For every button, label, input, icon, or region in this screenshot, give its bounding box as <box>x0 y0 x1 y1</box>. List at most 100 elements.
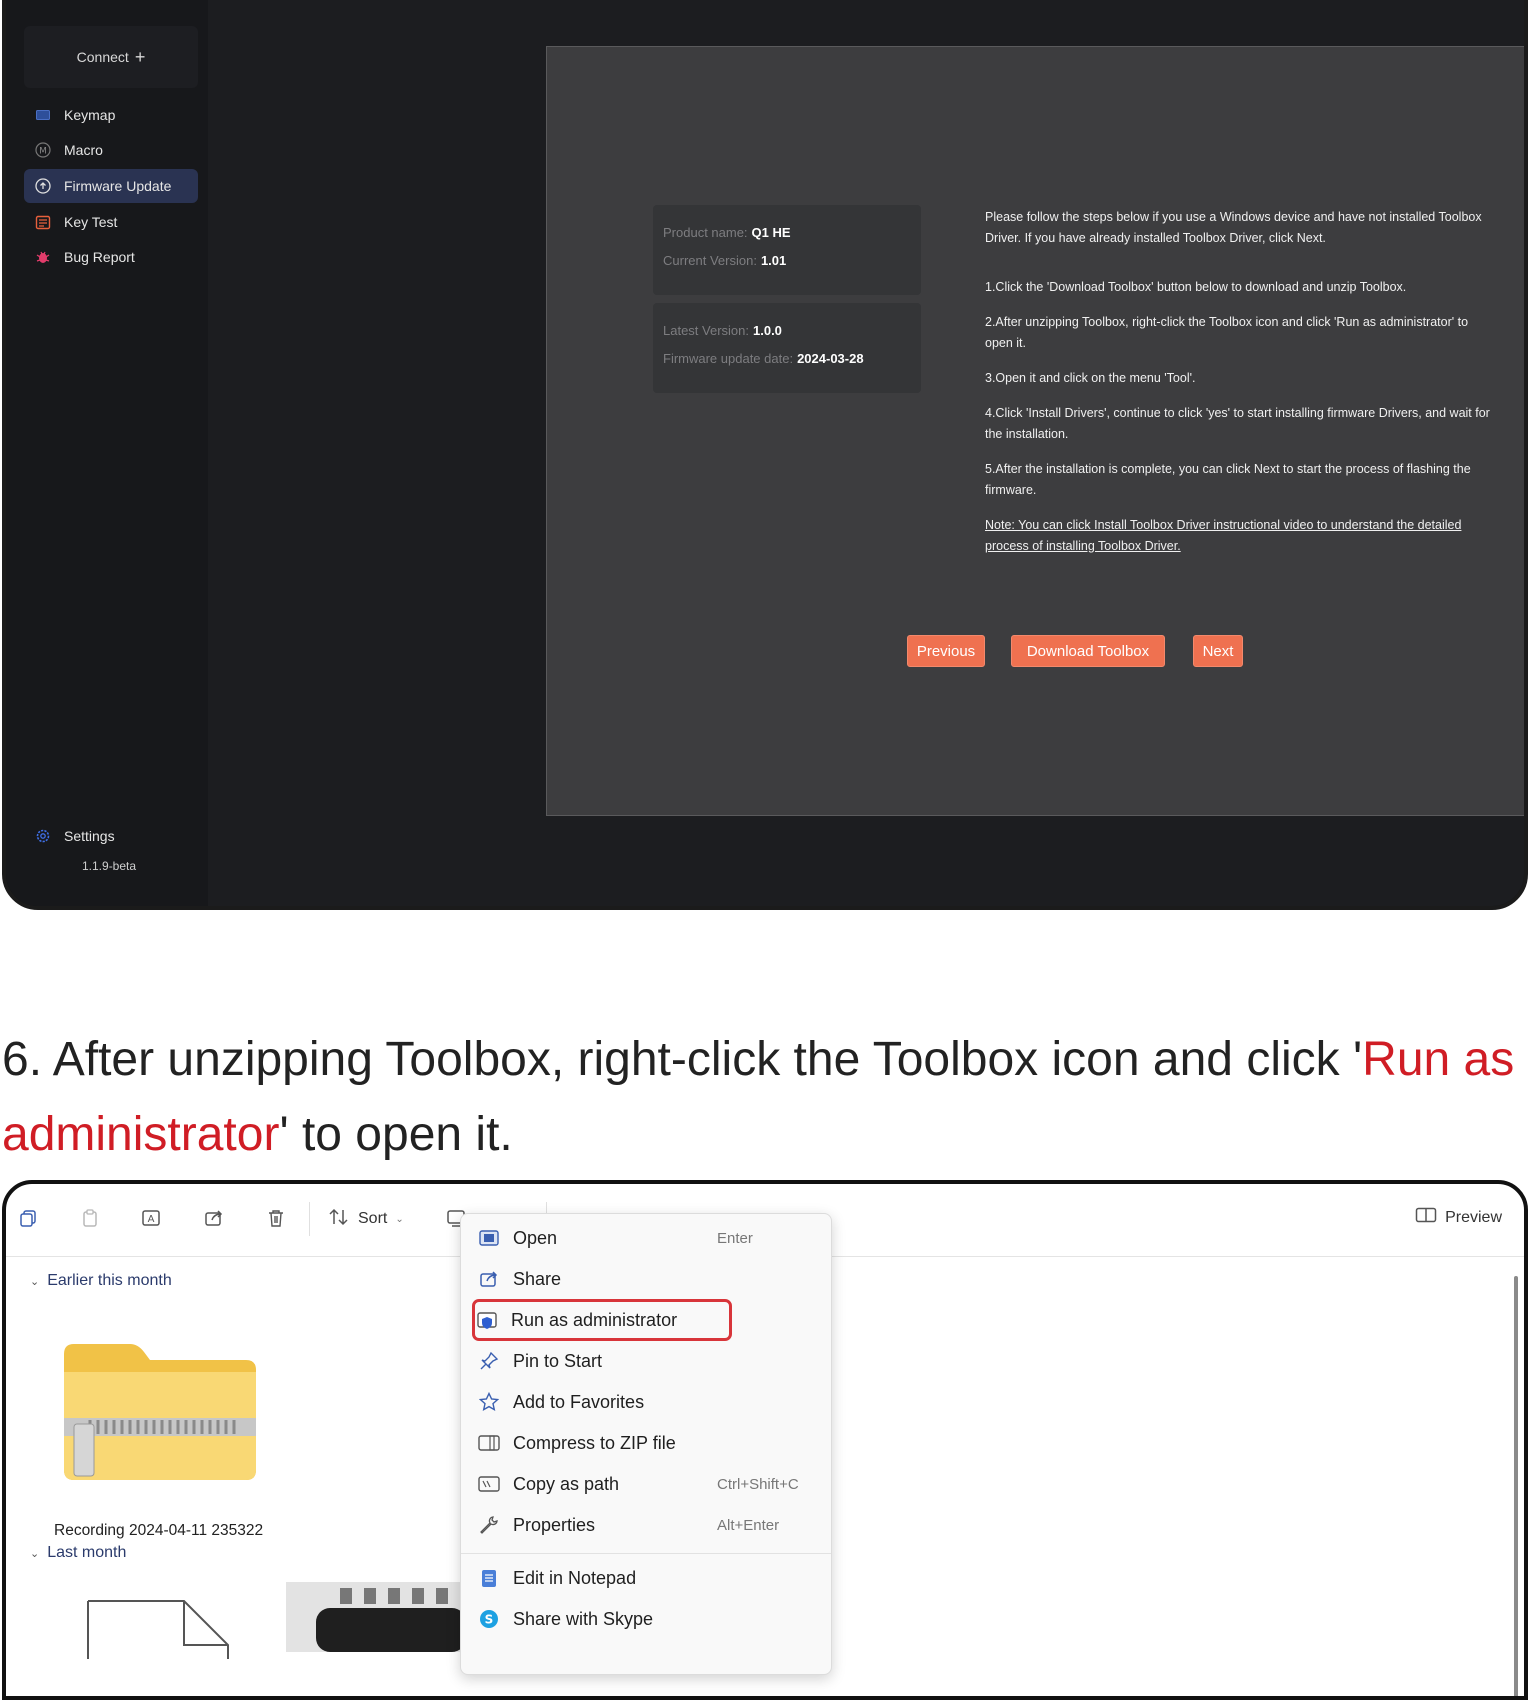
instruction-step-3: 3.Open it and click on the menu 'Tool'. <box>985 371 1196 385</box>
menu-item-label: Run as administrator <box>511 1309 678 1330</box>
menu-item-compress-to-zip[interactable]: Compress to ZIP file <box>477 1425 817 1461</box>
menu-item-label: Open <box>513 1227 558 1248</box>
sidebar-item-settings[interactable]: Settings <box>24 819 198 853</box>
product-name-row: Product name: Q1 HE <box>663 225 791 240</box>
menu-divider <box>461 1553 831 1554</box>
menu-item-properties[interactable]: Properties Alt+Enter <box>477 1507 817 1543</box>
instruction-step-2: 2.After unzipping Toolbox, right-click t… <box>985 315 1469 350</box>
product-name-label: Product name: <box>663 225 748 240</box>
group-label: Last month <box>47 1544 127 1561</box>
zip-icon <box>477 1431 501 1455</box>
sidebar-item-label: Key Test <box>64 214 118 230</box>
shield-admin-icon <box>475 1308 499 1332</box>
svg-text:S: S <box>485 1613 494 1627</box>
chevron-down-icon: ⌄ <box>395 1213 404 1225</box>
toolbar-divider <box>309 1202 310 1236</box>
sort-label: Sort <box>358 1210 388 1227</box>
preview-button[interactable]: Preview <box>1415 1206 1502 1229</box>
skype-icon: S <box>477 1607 501 1631</box>
download-toolbox-button[interactable]: Download Toolbox <box>1011 635 1165 667</box>
scrollbar[interactable] <box>1514 1276 1518 1696</box>
group-header-last-month[interactable]: ⌄ Last month <box>30 1544 126 1562</box>
menu-item-share-with-skype[interactable]: S Share with Skype <box>477 1601 817 1637</box>
menu-item-label: Properties <box>513 1514 596 1535</box>
pin-icon <box>477 1349 501 1373</box>
menu-item-label: Share with Skype <box>513 1608 654 1629</box>
caption-text-end: ' to open it. <box>279 1108 513 1161</box>
update-date-value: 2024-03-28 <box>797 351 864 366</box>
instruction-step-5: 5.After the installation is complete, yo… <box>985 462 1471 497</box>
next-button[interactable]: Next <box>1193 635 1243 667</box>
menu-item-shortcut: Enter <box>717 1229 753 1247</box>
file-name[interactable]: Recording 2024-04-11 235322 <box>54 1522 263 1540</box>
step-caption: 6. After unzipping Toolbox, right-click … <box>2 1022 1522 1172</box>
latest-version-row: Latest Version: 1.0.0 <box>663 323 782 338</box>
chip-file-icon[interactable] <box>286 1582 466 1652</box>
menu-item-shortcut: Alt+Enter <box>717 1516 780 1534</box>
menu-item-run-as-administrator[interactable]: Run as administrator <box>472 1299 732 1341</box>
app-version: 1.1.9-beta <box>82 859 137 873</box>
sidebar-item-firmware-update[interactable]: Firmware Update <box>24 169 198 203</box>
instruction-step-4: 4.Click 'Install Drivers', continue to c… <box>985 406 1490 441</box>
menu-item-shortcut: Ctrl+Shift+C <box>717 1475 799 1493</box>
chevron-down-icon: ⌄ <box>30 1275 40 1288</box>
wrench-icon <box>477 1513 501 1537</box>
connect-button[interactable]: Connect + <box>24 26 198 88</box>
menu-item-label: Edit in Notepad <box>513 1567 637 1588</box>
sidebar-item-keymap[interactable]: Keymap <box>24 98 198 132</box>
menu-item-edit-in-notepad[interactable]: Edit in Notepad <box>477 1560 817 1596</box>
zip-folder-icon[interactable] <box>60 1324 260 1484</box>
sort-button[interactable]: Sort ⌄ <box>328 1206 404 1232</box>
firmware-update-icon <box>34 177 52 195</box>
sidebar-item-macro[interactable]: M Macro <box>24 133 198 167</box>
preview-label: Preview <box>1445 1208 1502 1226</box>
latest-firmware-info: Latest Version: 1.0.0 Firmware update dat… <box>653 303 921 393</box>
sidebar-item-label: Keymap <box>64 107 116 123</box>
preview-pane-icon <box>1415 1206 1437 1229</box>
sidebar-item-key-test[interactable]: Key Test <box>24 205 198 239</box>
menu-item-label: Copy as path <box>513 1473 620 1494</box>
instruction-step-1: 1.Click the 'Download Toolbox' button be… <box>985 280 1407 294</box>
copy-icon[interactable] <box>14 1204 42 1232</box>
menu-item-copy-as-path[interactable]: Copy as path Ctrl+Shift+C <box>477 1466 817 1502</box>
update-date-row: Firmware update date: 2024-03-28 <box>663 351 864 366</box>
star-icon <box>477 1390 501 1414</box>
launcher-window: Connect + Keymap M Macro Firmware Update <box>2 0 1528 910</box>
settings-label: Settings <box>64 828 115 844</box>
document-file-icon[interactable] <box>86 1599 236 1659</box>
keyboard-icon <box>34 106 52 124</box>
sort-icon <box>328 1207 350 1232</box>
paste-icon[interactable] <box>76 1204 104 1232</box>
previous-button[interactable]: Previous <box>907 635 985 667</box>
menu-item-label: Compress to ZIP file <box>513 1432 676 1453</box>
chevron-down-icon: ⌄ <box>30 1547 40 1560</box>
connect-label: Connect <box>76 49 129 65</box>
product-name-value: Q1 HE <box>751 225 791 240</box>
sidebar-item-label: Bug Report <box>64 249 135 265</box>
sidebar: Connect + Keymap M Macro Firmware Update <box>6 0 208 906</box>
current-version-row: Current Version: 1.01 <box>663 253 786 268</box>
menu-item-share[interactable]: Share <box>477 1261 817 1297</box>
menu-item-label: Add to Favorites <box>513 1391 645 1412</box>
group-header-earlier-this-month[interactable]: ⌄ Earlier this month <box>30 1272 172 1290</box>
latest-version-label: Latest Version: <box>663 323 749 338</box>
menu-item-label: Share <box>513 1268 562 1289</box>
share-icon[interactable] <box>200 1204 228 1232</box>
delete-icon[interactable] <box>262 1204 290 1232</box>
sidebar-item-label: Macro <box>64 142 103 158</box>
gear-icon <box>34 827 52 845</box>
menu-item-label: Pin to Start <box>513 1350 603 1371</box>
group-label: Earlier this month <box>47 1272 172 1289</box>
update-date-label: Firmware update date: <box>663 351 794 366</box>
menu-item-open[interactable]: Open Enter <box>477 1220 817 1256</box>
menu-item-add-to-favorites[interactable]: Add to Favorites <box>477 1384 817 1420</box>
main-content: Product name: Q1 HE Current Version: 1.01 … <box>208 0 1524 906</box>
latest-version-value: 1.0.0 <box>753 323 782 338</box>
menu-item-pin-to-start[interactable]: Pin to Start <box>477 1343 817 1379</box>
sidebar-item-bug-report[interactable]: Bug Report <box>24 240 198 274</box>
svg-text:M: M <box>39 147 47 157</box>
instructional-video-link[interactable]: Note: You can click Install Toolbox Driv… <box>985 515 1495 557</box>
rename-icon[interactable]: A <box>138 1204 166 1232</box>
caption-text-start: 6. After unzipping Toolbox, right-click … <box>2 1033 1363 1086</box>
firmware-update-panel: Product name: Q1 HE Current Version: 1.01 … <box>546 46 1524 816</box>
